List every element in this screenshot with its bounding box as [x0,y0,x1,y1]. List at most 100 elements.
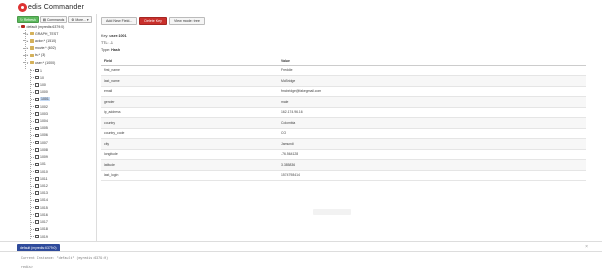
field-cell[interactable]: country [101,117,278,129]
tree-key-item[interactable]: 1 [31,67,42,74]
more-button[interactable]: ⚙ More... ▾ [68,16,92,23]
value-cell[interactable]: Jamundi [278,138,586,150]
tree-key-item[interactable]: 1011 [31,175,48,182]
value-cell[interactable]: CO [278,128,586,139]
tree-key-item[interactable]: 1017 [31,219,48,226]
value-cell[interactable]: 162.174.96.16 [278,107,586,118]
app-header: edis Commander [0,0,602,14]
tree-key-item[interactable]: 101 [31,161,46,168]
tree-key-label: 10 [40,75,44,80]
key-name-row: Key: user:1001 [101,33,127,40]
redis-logo-icon [18,3,27,12]
field-column-header: Field [101,57,278,66]
table-row[interactable]: first_name Freddie [101,65,586,76]
field-cell[interactable]: city [101,138,278,150]
tree-key-item[interactable]: 1009 [31,154,48,161]
close-icon[interactable]: × [585,244,588,250]
hash-key-icon [35,75,39,80]
table-row[interactable]: last_login 1574798414 [101,170,586,181]
expand-icon[interactable]: ▸ [26,39,30,43]
value-cell[interactable]: McBridge [278,75,586,87]
tree-key-item[interactable]: 1005 [31,125,48,132]
table-row[interactable]: latitude 3.385836 [101,159,586,171]
value-cell[interactable]: 3.385836 [278,159,586,171]
value-cell[interactable]: male [278,96,586,108]
key-type-value: Hash [111,48,121,52]
value-cell[interactable]: 1574798414 [278,170,586,181]
tree-key-item[interactable]: 1019 [31,233,48,240]
table-row[interactable]: email fmcbridge@fakegmail.com [101,86,586,97]
connection-label: default (myredis:6379:0) [26,24,65,29]
tree-key-item[interactable]: 1012 [31,183,48,190]
tree-key-item[interactable]: 1008 [31,146,48,153]
tree-key-label: 101 [40,162,46,167]
table-row[interactable]: gender male [101,96,586,108]
tree-folder[interactable]: ▸ ts:* (3) [23,52,45,59]
tree-key-item[interactable]: 1004 [31,118,48,125]
folder-icon [29,46,34,50]
expand-icon[interactable]: ▸ [26,46,30,50]
tree-key-item[interactable]: 10 [31,74,44,81]
expand-icon[interactable]: ▸ [26,53,30,57]
field-cell[interactable]: email [101,86,278,97]
hash-key-icon [35,104,39,109]
field-cell[interactable]: gender [101,96,278,108]
tree-folder[interactable]: ▾ user:* (1000) [23,59,55,66]
wrench-icon: ⚙ [71,17,75,22]
table-row[interactable]: city Jamundi [101,138,586,150]
value-cell[interactable]: Freddie [278,65,586,76]
console-output[interactable]: Current Instance: "default" (myredis:637… [0,251,602,273]
hash-key-icon [35,227,39,232]
table-row[interactable]: last_name McBridge [101,75,586,87]
tree-key-item[interactable]: 1016 [31,211,48,218]
tree-key-item[interactable]: 1003 [31,110,48,117]
value-cell[interactable]: Colombia [278,117,586,129]
key-details: Key: user:1001 TTL: -1 Type: Hash [101,33,127,54]
console-tab-bar: default (myredis:6379:0) × [0,241,602,252]
field-cell[interactable]: country_code [101,128,278,139]
tree-key-item[interactable]: 1013 [31,190,48,197]
tree-key-item[interactable]: 1000 [31,89,48,96]
expand-icon[interactable]: ▸ [26,32,30,36]
tree-folder[interactable]: ▸ movie:* (602) [23,45,56,52]
value-cell[interactable]: -76.564128 [278,149,586,160]
tree-folder[interactable]: ▸ GRAPH_TEST [23,30,58,37]
tree-folder-label: movie:* (602) [35,46,56,51]
tree-key-item[interactable]: 1001 [31,96,50,103]
add-field-button[interactable]: Add New Field... [101,17,138,25]
tree-key-item[interactable]: 1007 [31,139,48,146]
field-cell[interactable]: last_name [101,75,278,87]
field-cell[interactable]: first_name [101,65,278,76]
tree-key-item[interactable]: 1015 [31,204,48,211]
placeholder-bar [313,209,351,215]
tree-key-item[interactable]: 1010 [31,168,48,175]
delete-key-button[interactable]: Delete Key [139,17,167,25]
tree-key-item[interactable]: 1006 [31,132,48,139]
tree-connection[interactable]: ▾ default (myredis:6379:0) [17,23,64,30]
table-row[interactable]: ip_address 162.174.96.16 [101,107,586,118]
tree-key-item[interactable]: 1014 [31,197,48,204]
value-column-header: Value [278,57,586,66]
table-row[interactable]: country_code CO [101,128,586,139]
tree-key-item[interactable]: 100 [31,81,46,88]
field-cell[interactable]: ip_address [101,107,278,118]
tree-folder[interactable]: ▸ actor:* (1510) [23,37,56,44]
field-cell[interactable]: last_login [101,170,278,181]
collapse-icon[interactable]: ▾ [26,61,30,65]
tree-key-item[interactable]: 1018 [31,226,48,233]
value-cell[interactable]: fmcbridge@fakegmail.com [278,86,586,97]
view-mode-button[interactable]: View mode: tree [168,17,205,25]
commands-button[interactable]: ▤ Commands [39,16,68,23]
console-prompt[interactable]: redis> [21,265,33,269]
tree-key-item[interactable]: 1002 [31,103,48,110]
hash-key-icon [35,205,39,210]
table-row[interactable]: longitude -76.564128 [101,149,586,160]
tree-folder-label: user:* (1000) [35,60,56,65]
field-cell[interactable]: longitude [101,149,278,160]
refresh-button[interactable]: ↻ Refresh [17,16,39,23]
hash-key-icon [35,191,39,195]
field-cell[interactable]: latitude [101,159,278,171]
table-row[interactable]: country Colombia [101,117,586,129]
tree-key-label: 1008 [40,147,48,152]
pane-splitter[interactable] [96,14,97,241]
